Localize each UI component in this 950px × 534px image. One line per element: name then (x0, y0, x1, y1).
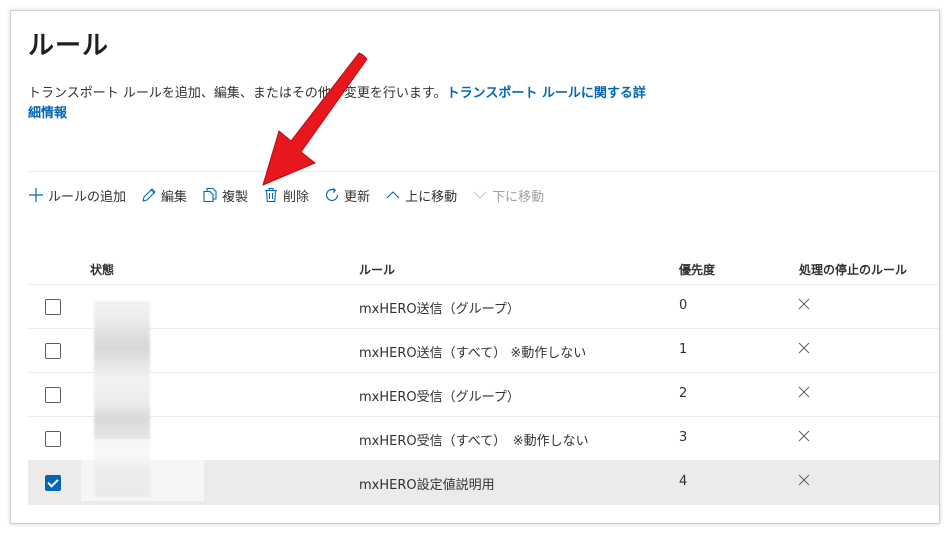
toolbar: ルールの追加 編集 複製 削除 更新 上に移動 下に移動 (28, 183, 559, 207)
column-rule[interactable]: ルール (359, 261, 395, 278)
rule-name: mxHERO送信（すべて） ※動作しない (359, 346, 587, 361)
close-icon (798, 430, 810, 442)
row-checkbox[interactable] (45, 299, 61, 315)
copy-icon (202, 187, 218, 203)
toolbar-divider (28, 171, 939, 172)
rule-priority: 3 (679, 430, 688, 445)
column-priority[interactable]: 優先度 (679, 261, 715, 278)
add-rule-label: ルールの追加 (48, 189, 127, 205)
duplicate-label: 複製 (222, 189, 249, 205)
rule-name: mxHERO受信（すべて） ※動作しない (359, 434, 589, 449)
column-status[interactable]: 状態 (90, 261, 114, 278)
refresh-button[interactable]: 更新 (324, 183, 370, 207)
rule-priority: 2 (679, 386, 688, 401)
move-up-label: 上に移動 (405, 189, 458, 205)
chevron-down-icon (472, 187, 488, 203)
table-row[interactable]: mxHERO受信（グループ） 2 (28, 373, 939, 417)
move-down-label: 下に移動 (492, 189, 545, 205)
duplicate-button[interactable]: 複製 (202, 183, 248, 207)
close-icon (798, 342, 810, 354)
rule-priority: 0 (679, 298, 688, 313)
page-description: トランスポート ルールを追加、編集、またはその他の変更を行います。トランスポート… (28, 84, 648, 124)
delete-button[interactable]: 削除 (263, 183, 309, 207)
rules-panel: ルール トランスポート ルールを追加、編集、またはその他の変更を行います。トラン… (10, 10, 940, 524)
table-row[interactable]: mxHERO送信（グループ） 0 (28, 285, 939, 329)
rule-priority: 4 (679, 474, 688, 489)
chevron-up-icon (385, 187, 401, 203)
move-down-button[interactable]: 下に移動 (472, 183, 544, 207)
row-checkbox-checked[interactable] (45, 475, 61, 491)
close-icon (798, 298, 810, 310)
edit-label: 編集 (161, 189, 188, 205)
plus-icon (28, 187, 44, 203)
move-up-button[interactable]: 上に移動 (385, 183, 457, 207)
edit-button[interactable]: 編集 (141, 183, 187, 207)
rule-priority: 1 (679, 342, 688, 357)
refresh-icon (324, 187, 340, 203)
description-text: トランスポート ルールを追加、編集、またはその他の変更を行います。 (28, 86, 447, 101)
close-icon (798, 474, 810, 486)
rule-name: mxHERO設定値説明用 (359, 478, 495, 493)
pencil-icon (141, 187, 157, 203)
row-checkbox[interactable] (45, 431, 61, 447)
redacted-overlay (81, 439, 204, 501)
close-icon (798, 386, 810, 398)
row-checkbox[interactable] (45, 343, 61, 359)
refresh-label: 更新 (344, 189, 371, 205)
column-stop-processing[interactable]: 処理の停止のルール (799, 261, 907, 278)
table-header: 状態 ルール 優先度 処理の停止のルール (28, 251, 939, 285)
page-title: ルール (28, 31, 110, 61)
table-row[interactable]: mxHERO送信（すべて） ※動作しない 1 (28, 329, 939, 373)
row-checkbox[interactable] (45, 387, 61, 403)
trash-icon (263, 187, 279, 203)
add-rule-button[interactable]: ルールの追加 (28, 183, 126, 207)
rule-name: mxHERO送信（グループ） (359, 302, 520, 317)
delete-label: 削除 (283, 189, 310, 205)
rule-name: mxHERO受信（グループ） (359, 390, 520, 405)
